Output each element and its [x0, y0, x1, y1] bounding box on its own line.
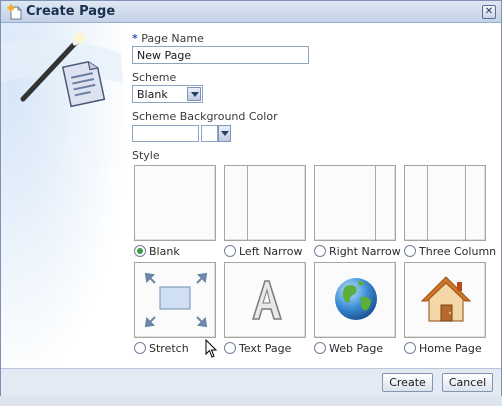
stretch-icon [144, 272, 208, 328]
style-label-web-page: Web Page [329, 342, 384, 355]
color-picker-dropdown-icon[interactable] [218, 125, 231, 142]
style-option-home-page[interactable]: Home Page [404, 342, 482, 356]
scheme-label: Scheme [132, 71, 177, 84]
radio-left-narrow[interactable] [224, 245, 236, 257]
wizard-illustration [1, 23, 123, 369]
style-tile-web-page[interactable] [314, 262, 396, 338]
color-swatch[interactable] [201, 125, 218, 142]
style-tile-stretch[interactable] [134, 262, 216, 338]
mouse-pointer-icon [205, 339, 218, 358]
style-label-blank: Blank [149, 245, 180, 258]
chevron-down-icon[interactable] [187, 87, 201, 101]
style-tile-right-narrow[interactable] [314, 165, 396, 241]
style-option-three-column[interactable]: Three Column [404, 245, 496, 259]
style-tile-home-page[interactable] [404, 262, 486, 338]
radio-stretch[interactable] [134, 342, 146, 354]
style-label-three-column: Three Column [419, 245, 497, 258]
style-option-blank[interactable]: Blank [134, 245, 180, 259]
bg-color-input[interactable] [132, 125, 199, 142]
dialog-title: Create Page [26, 4, 116, 19]
style-label-right-narrow: Right Narrow [329, 245, 401, 258]
style-label-stretch: Stretch [149, 342, 189, 355]
radio-blank[interactable] [134, 245, 146, 257]
dialog-footer: Create Cancel [1, 368, 501, 396]
style-tile-three-column[interactable] [404, 165, 486, 241]
radio-web-page[interactable] [314, 342, 326, 354]
radio-right-narrow[interactable] [314, 245, 326, 257]
style-option-stretch[interactable]: Stretch [134, 342, 189, 356]
close-icon: ✕ [484, 6, 494, 17]
style-option-right-narrow[interactable]: Right Narrow [314, 245, 401, 259]
bg-color-label: Scheme Background Color [132, 110, 278, 123]
background-strip [0, 396, 502, 406]
style-option-left-narrow[interactable]: Left Narrow [224, 245, 303, 259]
style-option-web-page[interactable]: Web Page [314, 342, 383, 356]
page-name-input[interactable] [132, 46, 309, 64]
text-page-icon [251, 280, 283, 320]
style-tile-blank[interactable] [134, 165, 216, 241]
scheme-select-value: Blank [137, 88, 168, 101]
right-narrow-layout-icon [375, 166, 376, 240]
required-marker: * [132, 32, 138, 45]
radio-text-page[interactable] [224, 342, 236, 354]
house-icon [420, 276, 472, 322]
style-label-home-page: Home Page [419, 342, 482, 355]
left-narrow-layout-icon [247, 166, 248, 240]
page-name-label: * Page Name [132, 32, 204, 45]
globe-icon [335, 278, 377, 320]
style-tile-text-page[interactable] [224, 262, 306, 338]
magic-wand-page-icon [1, 30, 123, 108]
radio-three-column[interactable] [404, 245, 416, 257]
style-label-text-page: Text Page [239, 342, 292, 355]
radio-home-page[interactable] [404, 342, 416, 354]
style-label-left-narrow: Left Narrow [239, 245, 303, 258]
scheme-select[interactable]: Blank [132, 85, 203, 103]
create-page-dialog: Create Page ✕ * Page Name Scheme Blank S… [0, 0, 502, 396]
style-label: Style [132, 149, 160, 162]
create-button[interactable]: Create [382, 373, 433, 392]
close-button[interactable]: ✕ [482, 5, 496, 19]
style-tile-left-narrow[interactable] [224, 165, 306, 241]
style-option-text-page[interactable]: Text Page [224, 342, 291, 356]
new-page-icon [7, 4, 22, 20]
cancel-button[interactable]: Cancel [442, 373, 493, 392]
dialog-titlebar[interactable]: Create Page ✕ [1, 1, 501, 23]
page-name-label-text: Page Name [141, 32, 204, 45]
